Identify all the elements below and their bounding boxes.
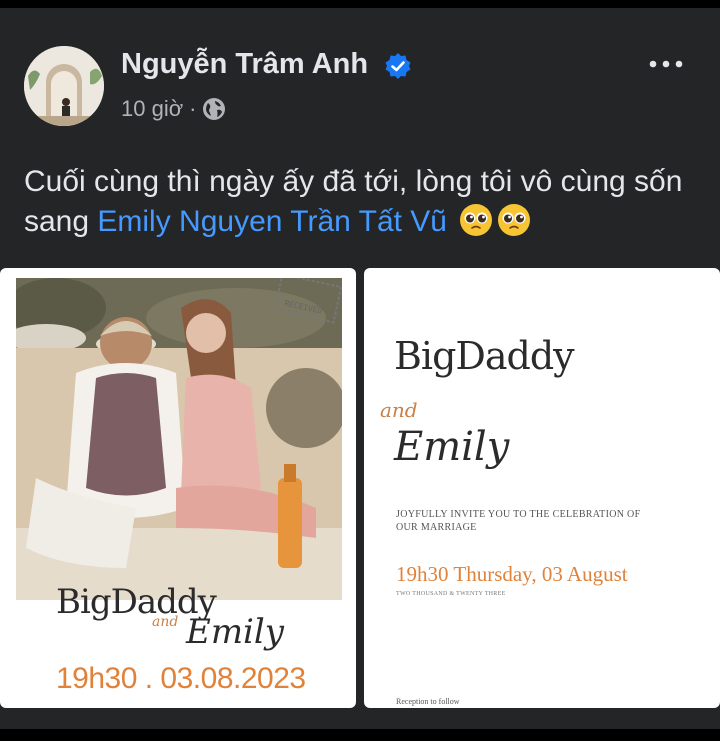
author-avatar[interactable] — [24, 46, 104, 126]
right-invite-name-1: BigDaddy — [394, 334, 575, 378]
bottom-bar — [0, 729, 720, 741]
mention-link[interactable]: Emily Nguyen Trần Tất Vũ — [97, 205, 447, 238]
right-invite-year: TWO THOUSAND & TWENTY THREE — [396, 591, 506, 597]
invitation-photo-card[interactable]: RECEIVED — [0, 268, 356, 708]
more-options-icon[interactable] — [646, 52, 686, 76]
right-invite-name-2: Emily — [394, 424, 510, 470]
pleading-face-emoji — [498, 204, 531, 236]
author-name[interactable]: Nguyễn Trâm Anh — [121, 48, 368, 81]
right-invite-text: JOYFULLY INVITE YOU TO THE CELEBRATION O… — [396, 509, 641, 533]
couple-photo: RECEIVED — [16, 278, 342, 600]
pleading-face-emoji — [460, 204, 493, 236]
verified-badge-icon — [385, 53, 411, 79]
left-invite-and: and — [152, 614, 179, 630]
left-invite-date: 19h30 . 03.08.2023 — [56, 662, 306, 695]
meta-separator: · — [189, 96, 197, 121]
top-bar — [0, 0, 720, 8]
right-invite-reception: Reception to follow — [396, 697, 460, 706]
right-invite-date: 19h30 Thursday, 03 August — [396, 562, 628, 586]
right-invite-and: and — [380, 398, 418, 422]
post-meta: 10 giờ · — [121, 96, 226, 122]
post-timestamp[interactable]: 10 giờ — [121, 96, 183, 122]
globe-icon[interactable] — [202, 97, 226, 121]
post-caption: Cuối cùng thì ngày ấy đã tới, lòng tôi v… — [24, 162, 704, 242]
left-invite-name-2: Emily — [186, 612, 285, 652]
